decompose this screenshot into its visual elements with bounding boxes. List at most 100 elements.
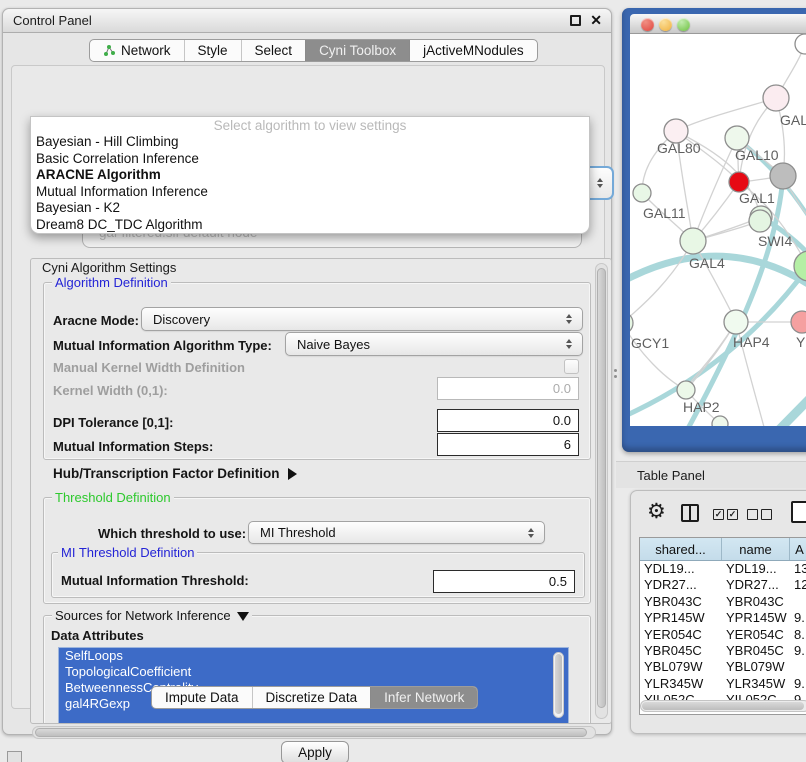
table-cell [790, 659, 806, 675]
mi-algorithm-type-value: Naive Bayes [297, 337, 370, 352]
tab-select[interactable]: Select [241, 40, 306, 61]
mi-steps-label: Mutual Information Steps: [53, 439, 213, 454]
algorithm-dropdown-popup: Select algorithm to view settings Bayesi… [30, 116, 590, 234]
network-node-gal[interactable] [763, 85, 789, 111]
bottom-tab-discretize-data-label: Discretize Data [266, 690, 358, 705]
network-node[interactable] [712, 416, 728, 426]
sources-group-title[interactable]: Sources for Network Inference [52, 608, 252, 623]
table-row[interactable]: YBL079WYBL079W [640, 659, 806, 675]
mi-algorithm-type-combobox[interactable]: Naive Bayes [285, 332, 583, 356]
close-icon[interactable]: ✕ [590, 12, 602, 29]
algorithm-option-dream8-dc-tdc-algorithm[interactable]: Dream8 DC_TDC Algorithm [31, 217, 589, 234]
control-panel-window: Control Panel ✕ NetworkStyleSelect Cyni T… [2, 8, 612, 735]
network-node-swi4[interactable] [749, 210, 771, 232]
settings-horizontal-scrollbar[interactable] [32, 726, 596, 739]
network-edge[interactable] [630, 241, 693, 323]
column-header-shared[interactable]: shared... [640, 538, 722, 560]
algorithm-option-bayesian-k2[interactable]: Bayesian - K2 [31, 200, 589, 217]
mi-threshold-field[interactable]: 0.5 [433, 570, 575, 593]
minimize-traffic-icon[interactable] [659, 18, 672, 31]
network-node[interactable] [795, 34, 806, 54]
table-cell: YER054C [640, 627, 722, 643]
table-row[interactable]: YLR345WYLR345W9. [640, 676, 806, 692]
mi-steps-field[interactable]: 6 [437, 433, 579, 456]
algorithm-option-aracne-algorithm[interactable]: ARACNE Algorithm [31, 167, 589, 184]
algorithm-option-mutual-information-inference[interactable]: Mutual Information Inference [31, 184, 589, 201]
splitter-handle[interactable] [613, 362, 618, 384]
gear-icon[interactable]: ⚙ [647, 501, 666, 522]
column-header-a[interactable]: A [790, 538, 806, 560]
table-row[interactable]: YPR145WYPR145W9. [640, 610, 806, 626]
tab-jactivemnodules[interactable]: jActiveMNodules [409, 40, 537, 61]
show-columns-icon[interactable] [681, 504, 699, 522]
node-label-gcy1: GCY1 [631, 335, 669, 351]
bottom-tab-impute-data-label: Impute Data [165, 690, 239, 705]
which-threshold-combobox[interactable]: MI Threshold [248, 521, 545, 544]
network-node-gal4[interactable] [680, 228, 706, 254]
kernel-width-value: 0.0 [553, 381, 571, 396]
table-row[interactable]: YBR045CYBR045C9. [640, 643, 806, 659]
table-row[interactable]: YER054CYER054C8. [640, 627, 806, 643]
node-label-gal80: GAL80 [657, 140, 701, 156]
tab-style[interactable]: Style [184, 40, 241, 61]
table-row[interactable]: YDL19...YDL19...13 [640, 561, 806, 577]
tab-cyni-toolbox[interactable]: Cyni Toolbox [305, 40, 409, 61]
tab-network[interactable]: Network [90, 40, 184, 61]
attribute-item-topologicalcoefficient[interactable]: TopologicalCoefficient [59, 664, 568, 680]
network-view-window[interactable]: GALGAL80GAL10GAL1GAL11GAL4SWI4HAP4YGCY1H… [622, 8, 806, 452]
deselect-all-columns-icon[interactable] [747, 509, 772, 520]
close-traffic-icon[interactable] [641, 18, 654, 31]
zoom-traffic-icon[interactable] [677, 18, 690, 31]
network-node-gal1[interactable] [729, 172, 749, 192]
network-edge[interactable] [770, 382, 806, 426]
network-canvas[interactable]: GALGAL80GAL10GAL1GAL11GAL4SWI4HAP4YGCY1H… [630, 34, 806, 426]
export-table-icon[interactable] [791, 501, 806, 523]
network-node-hap2[interactable] [677, 381, 695, 399]
node-label-hap4: HAP4 [733, 334, 770, 350]
hub-definition-label: Hub/Transcription Factor Definition [53, 466, 280, 481]
network-node-gal11[interactable] [633, 184, 651, 202]
settings-vertical-scrollbar[interactable] [595, 263, 608, 719]
algorithm-option-bayesian-hill-climbing[interactable]: Bayesian - Hill Climbing [31, 134, 589, 151]
window-grip-icon[interactable] [7, 751, 22, 762]
control-panel-content: gal-filtered.sif default node Select alg… [11, 65, 605, 709]
table-row[interactable]: YDR27...YDR27...12 [640, 577, 806, 593]
table-cell: YPR145W [722, 610, 790, 626]
table-horizontal-scrollbar[interactable] [640, 700, 806, 712]
bottom-tab-infer-network[interactable]: Infer Network [370, 687, 477, 708]
select-all-columns-icon[interactable]: ✓✓ [713, 509, 738, 520]
attributes-scrollbar[interactable] [553, 652, 564, 718]
bottom-tab-impute-data[interactable]: Impute Data [152, 687, 252, 708]
combo-arrows-icon [597, 178, 603, 188]
table-cell [790, 594, 806, 610]
attribute-item-selfloops[interactable]: SelfLoops [59, 648, 568, 664]
aracne-mode-combobox[interactable]: Discovery [141, 307, 583, 331]
node-label-gal10: GAL10 [735, 147, 779, 163]
hub-definition-toggle[interactable]: Hub/Transcription Factor Definition [53, 466, 297, 481]
table-panel: ⚙ ✓✓ shared...nameA YDL19...YDL19...13YD… [630, 490, 806, 734]
network-edge[interactable] [630, 323, 686, 390]
table-cell: YBL079W [640, 659, 722, 675]
apply-button[interactable]: Apply [281, 741, 349, 762]
network-graph[interactable]: GALGAL80GAL10GAL1GAL11GAL4SWI4HAP4YGCY1H… [630, 34, 806, 426]
float-window-icon[interactable] [570, 15, 581, 26]
kernel-width-field[interactable]: 0.0 [437, 377, 579, 400]
network-node-hap4[interactable] [724, 310, 748, 334]
node-label-y: Y [796, 334, 806, 350]
dpi-tolerance-field[interactable]: 0.0 [437, 409, 579, 432]
network-edge[interactable] [676, 98, 776, 131]
network-window-titlebar[interactable] [630, 14, 806, 34]
table-row[interactable]: YBR043CYBR043C [640, 594, 806, 610]
network-node[interactable] [770, 163, 796, 189]
network-node-y[interactable] [791, 311, 806, 333]
manual-kernel-width-checkbox[interactable] [564, 359, 579, 374]
control-panel-titlebar: Control Panel ✕ [3, 9, 611, 33]
threshold-definition-title: Threshold Definition [52, 490, 174, 505]
tab-cyni-toolbox-label: Cyni Toolbox [319, 43, 396, 58]
column-header-name[interactable]: name [722, 538, 790, 560]
bottom-tab-discretize-data[interactable]: Discretize Data [252, 687, 371, 708]
algorithm-option-basic-correlation-inference[interactable]: Basic Correlation Inference [31, 151, 589, 168]
table-cell: 13 [790, 561, 806, 577]
combo-arrows-icon [566, 339, 572, 349]
mi-steps-value: 6 [564, 437, 571, 452]
